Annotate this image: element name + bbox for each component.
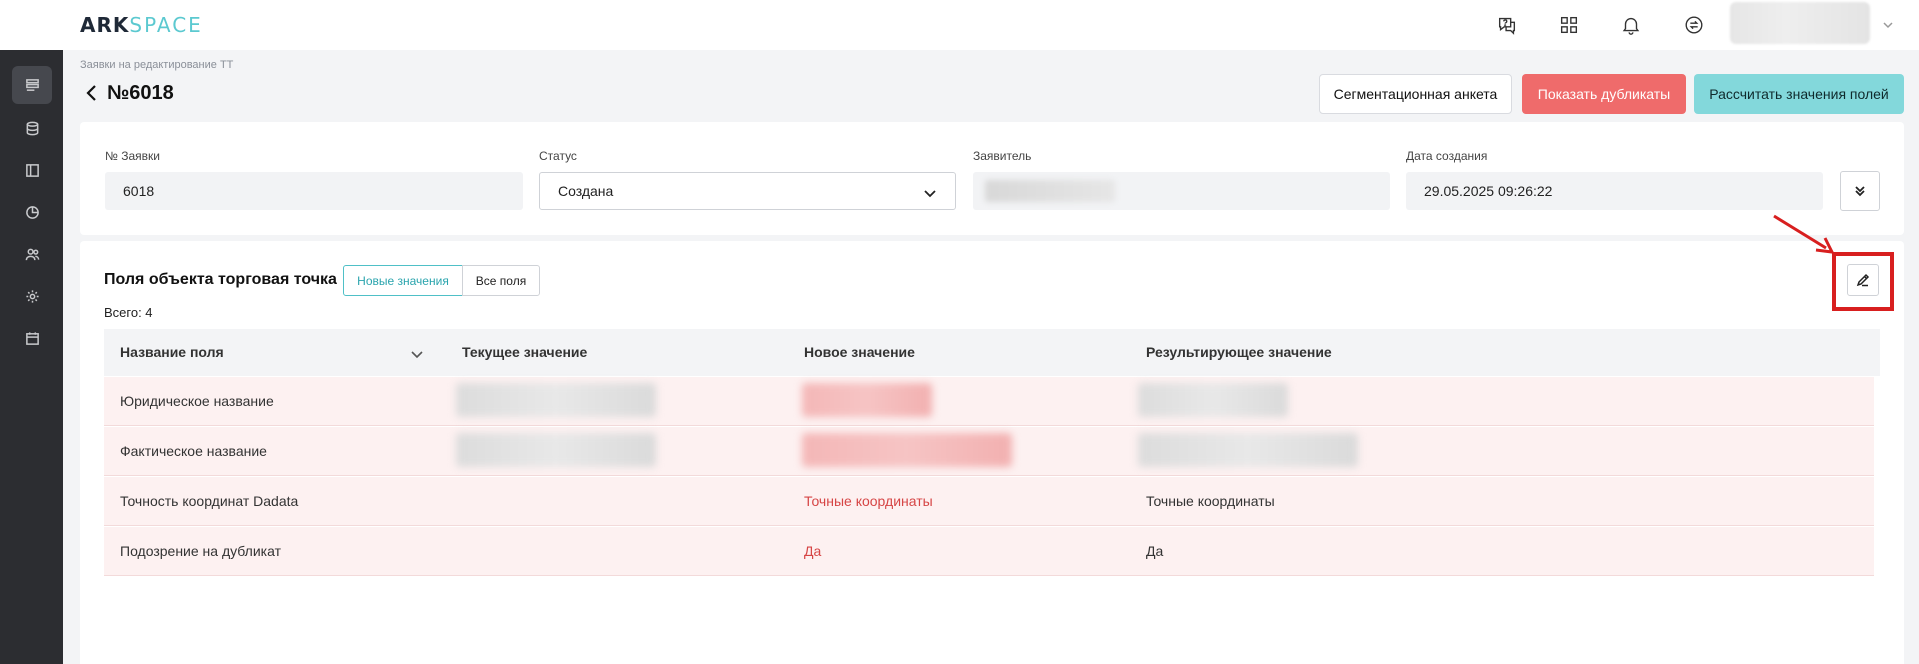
row-new-value: Точные координаты [804, 493, 933, 509]
pie-chart-icon [25, 205, 39, 219]
annotation-arrow [1770, 212, 1838, 256]
layout-icon [25, 163, 39, 177]
segmentation-survey-button[interactable]: Сегментационная анкета [1319, 74, 1512, 114]
row-result-value: Точные координаты [1146, 493, 1275, 509]
created-date-label: Дата создания [1406, 149, 1488, 163]
show-duplicates-button[interactable]: Показать дубликаты [1522, 74, 1686, 114]
request-number-field: 6018 [105, 172, 523, 210]
chevrons-down-icon [1855, 186, 1865, 197]
chevron-left-icon [86, 85, 96, 101]
tab-new-values[interactable]: Новые значения [343, 265, 463, 296]
chat-help-icon [1498, 17, 1516, 35]
table-row[interactable]: Фактическое название [104, 427, 1874, 476]
redacted-result-value [1138, 433, 1358, 467]
column-header-field-name[interactable]: Название поля [120, 344, 224, 360]
sidebar-item-requests[interactable] [12, 66, 52, 104]
column-header-new-value: Новое значение [804, 344, 915, 360]
user-menu-toggle[interactable] [1882, 18, 1894, 30]
apps-button[interactable] [1556, 12, 1582, 38]
column-header-result-value: Результирующее значение [1146, 344, 1332, 360]
table-row[interactable]: Подозрение на дубликат Да Да [104, 527, 1874, 576]
page-title: №6018 [107, 82, 174, 104]
fields-section-title: Поля объекта торговая точка [104, 271, 337, 288]
row-result-value: Да [1146, 543, 1164, 559]
total-count: Всего: 4 [104, 305, 153, 320]
redacted-applicant [985, 180, 1115, 202]
status-label: Статус [539, 149, 577, 163]
request-number-label: № Заявки [105, 149, 160, 163]
row-field-name: Фактическое название [120, 443, 267, 459]
edit-fields-button[interactable] [1847, 264, 1879, 296]
apps-grid-icon [1560, 16, 1578, 34]
tab-all-fields[interactable]: Все поля [462, 265, 540, 296]
sidebar-item-analytics[interactable] [12, 193, 52, 231]
expand-details-button[interactable] [1840, 171, 1880, 211]
users-icon [25, 248, 39, 260]
database-icon [26, 121, 38, 135]
pencil-icon [1856, 273, 1870, 287]
help-chat-button[interactable] [1494, 12, 1520, 38]
redacted-current-value [456, 383, 656, 417]
created-date-field: 29.05.2025 09:26:22 [1406, 172, 1823, 210]
chevron-down-icon [923, 186, 937, 198]
sidebar-item-users[interactable] [12, 235, 52, 273]
app-logo[interactable]: ARKSPACE [80, 13, 203, 37]
chevron-down-icon [1883, 22, 1893, 29]
column-header-current-value: Текущее значение [462, 344, 588, 360]
sidebar [0, 0, 63, 664]
notifications-button[interactable] [1618, 12, 1644, 38]
sync-icon [1685, 16, 1703, 34]
sidebar-item-database[interactable] [12, 109, 52, 147]
top-bar: ARKSPACE [0, 0, 1919, 50]
redacted-current-value [456, 433, 656, 467]
bell-icon [1622, 17, 1640, 35]
fields-table-header: Название поля Текущее значение Новое зна… [104, 329, 1880, 376]
calendar-icon [25, 331, 39, 345]
status-select[interactable]: Создана [539, 172, 956, 210]
sort-chevron-icon[interactable] [410, 347, 424, 359]
sidebar-item-calendar[interactable] [12, 319, 52, 357]
list-icon [25, 78, 39, 91]
table-row[interactable]: Точность координат Dadata Точные координ… [104, 477, 1874, 526]
redacted-result-value [1138, 383, 1288, 417]
row-field-name: Подозрение на дубликат [120, 543, 281, 559]
calculate-fields-button[interactable]: Рассчитать значения полей [1694, 74, 1904, 114]
breadcrumb[interactable]: Заявки на редактирование ТТ [80, 59, 233, 71]
applicant-field [973, 172, 1390, 210]
row-field-name: Точность координат Dadata [120, 493, 299, 509]
sidebar-item-layout[interactable] [12, 151, 52, 189]
redacted-new-value [802, 433, 1012, 467]
gear-icon [25, 289, 39, 303]
applicant-label: Заявитель [973, 149, 1032, 163]
row-new-value: Да [804, 543, 822, 559]
table-row[interactable]: Юридическое название [104, 377, 1874, 426]
redacted-new-value [802, 383, 932, 417]
back-button[interactable] [84, 84, 100, 102]
sidebar-item-settings[interactable] [12, 277, 52, 315]
row-field-name: Юридическое название [120, 393, 274, 409]
sync-button[interactable] [1681, 12, 1707, 38]
user-profile[interactable] [1730, 2, 1870, 44]
